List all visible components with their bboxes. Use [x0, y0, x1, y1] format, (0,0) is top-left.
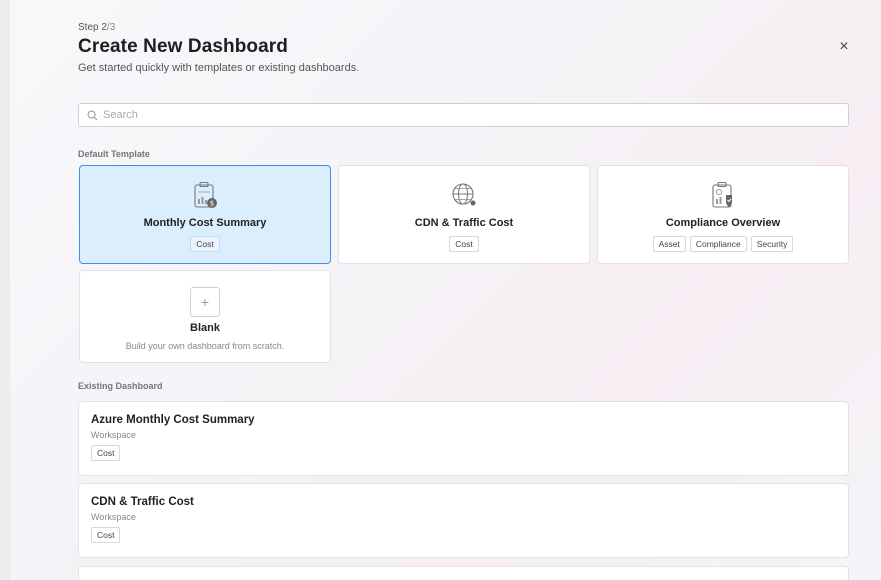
search-field[interactable] [78, 103, 849, 127]
tag-badge: Security [750, 236, 794, 252]
step-indicator: Step 2/3 [78, 22, 848, 33]
template-card-cdn-traffic-cost[interactable]: CDN & Traffic Cost Cost [338, 165, 590, 264]
template-card-monthly-cost-summary[interactable]: $ Monthly Cost Summary Cost [79, 165, 331, 264]
section-label-default-template: Default Template [78, 149, 150, 159]
page-subtitle: Get started quickly with templates or ex… [78, 62, 360, 74]
dashboard-scope: Workspace [91, 512, 136, 522]
existing-dashboard-item[interactable] [78, 566, 849, 580]
template-card-tags: Cost [80, 236, 330, 252]
tag-badge: Asset [652, 236, 686, 252]
tag-badge: Compliance [689, 236, 747, 252]
dashboard-name: CDN & Traffic Cost [91, 496, 194, 508]
page-title: Create New Dashboard [78, 36, 289, 57]
template-card-description: Build your own dashboard from scratch. [125, 341, 285, 351]
svg-text:$: $ [210, 200, 214, 208]
template-card-name: CDN & Traffic Cost [414, 217, 514, 229]
template-card-name: Compliance Overview [665, 217, 781, 229]
search-icon [87, 110, 98, 120]
template-card-tags: Cost [339, 236, 589, 252]
tag-badge: Cost [190, 236, 220, 252]
tag-badge: Cost [91, 527, 121, 543]
close-button[interactable]: × [835, 38, 853, 56]
globe-network-icon [449, 180, 479, 215]
plus-icon: + [190, 287, 220, 317]
create-dashboard-modal: Step 2/3 Create New Dashboard Get starte… [10, 0, 881, 580]
search-input[interactable] [103, 109, 803, 121]
template-card-tags: Asset Compliance Security [598, 236, 848, 252]
template-card-compliance-overview[interactable]: Compliance Overview Asset Compliance Sec… [597, 165, 849, 264]
close-icon: × [839, 38, 849, 55]
existing-dashboard-item[interactable]: CDN & Traffic Cost Workspace Cost [78, 483, 849, 558]
dashboard-name: Azure Monthly Cost Summary [91, 414, 255, 426]
step-total: /3 [106, 22, 116, 33]
section-label-existing-dashboard: Existing Dashboard [78, 381, 163, 391]
existing-dashboard-item[interactable]: Azure Monthly Cost Summary Workspace Cos… [78, 401, 849, 476]
modal-header: Step 2/3 Create New Dashboard Get starte… [78, 22, 848, 74]
compliance-icon [710, 180, 736, 215]
tag-badge: Cost [449, 236, 479, 252]
dashboard-scope: Workspace [91, 430, 136, 440]
template-card-blank[interactable]: + Blank Build your own dashboard from sc… [79, 270, 331, 363]
monthly-cost-icon: $ [192, 180, 218, 215]
template-card-name: Monthly Cost Summary [143, 217, 267, 229]
step-current: Step 2 [78, 22, 107, 33]
tag-badge: Cost [91, 445, 121, 461]
template-card-name: Blank [190, 322, 220, 334]
